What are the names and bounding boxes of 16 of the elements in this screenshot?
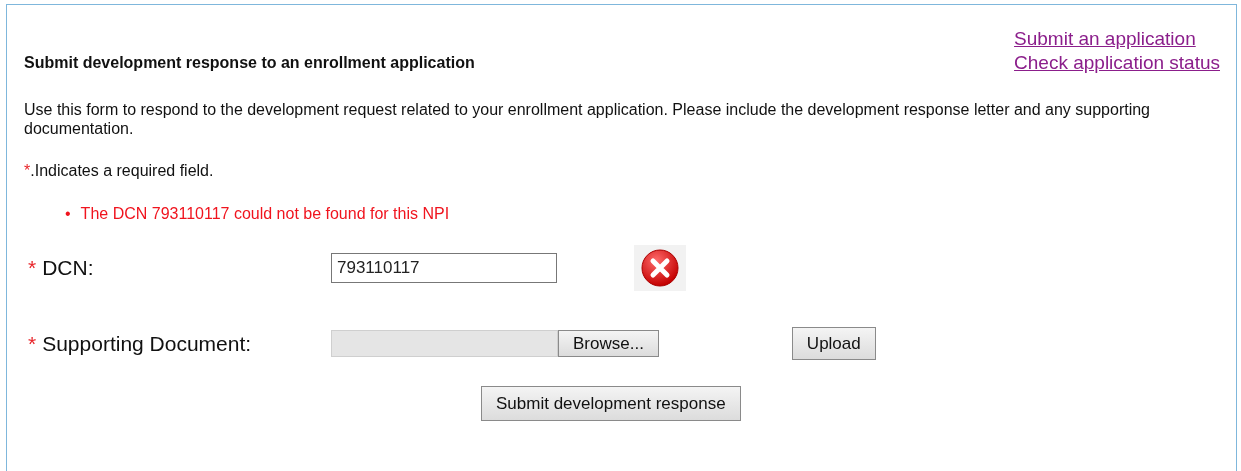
browse-button[interactable]: Browse... xyxy=(558,330,659,357)
bullet-mark: • xyxy=(65,204,71,223)
required-note: *.Indicates a required field. xyxy=(24,161,215,180)
form-description: Use this form to respond to the development request related to your enrollment application. Please include the development response letter and any supporting documentation. xyxy=(24,100,1151,138)
error-message: The DCN 793110117 could not be found for this NPI xyxy=(80,204,450,223)
nav-link[interactable]: Check application status xyxy=(1014,51,1220,75)
required-mark: * xyxy=(28,256,37,280)
form-title: Submit development response to an enrollment application xyxy=(24,53,475,73)
nav-link[interactable]: Submit an application xyxy=(1014,27,1220,51)
file-field[interactable] xyxy=(331,330,558,357)
required-mark: * xyxy=(28,331,37,356)
field-label: DCN: xyxy=(42,256,94,280)
upload-button[interactable]: Upload xyxy=(791,327,876,360)
dcn-input[interactable]: 793110117 xyxy=(331,253,557,283)
field-label: Supporting Document: xyxy=(42,331,252,356)
submit-button[interactable]: Submit development response xyxy=(481,386,741,421)
